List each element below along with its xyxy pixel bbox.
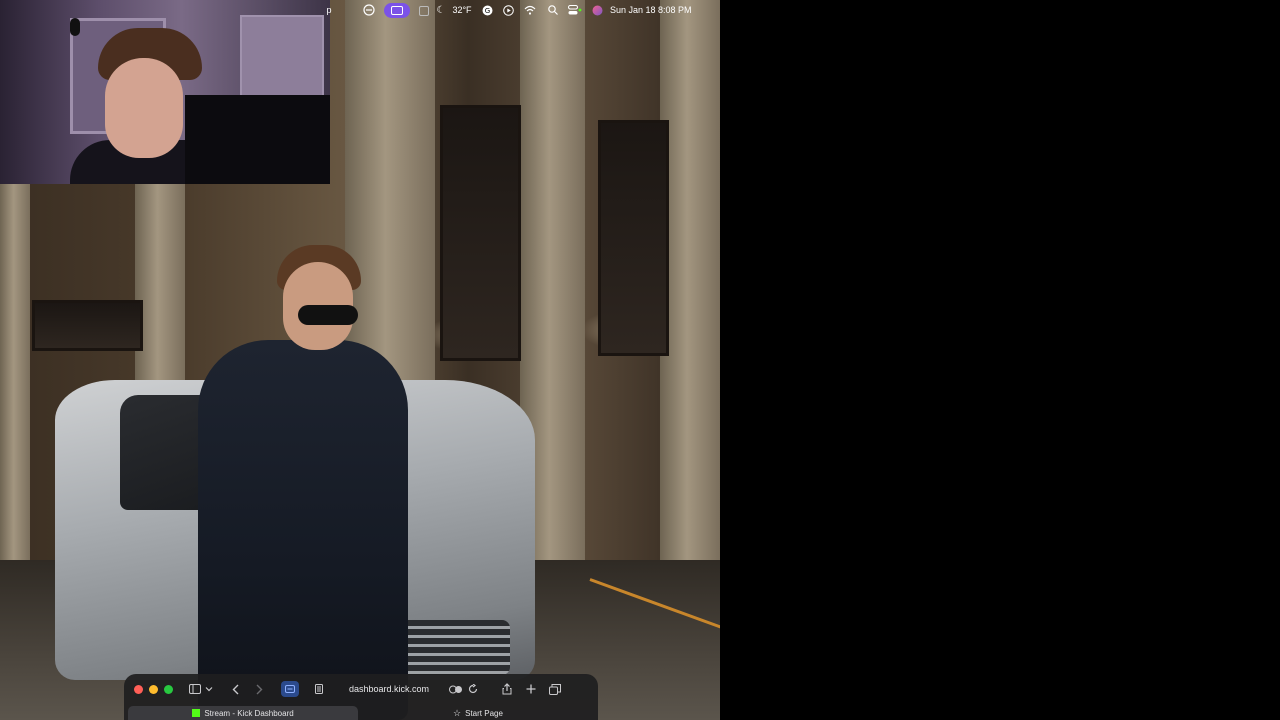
- menu-clock[interactable]: Sun Jan 18 8:08 PM: [608, 0, 706, 20]
- zoom-window-button[interactable]: [164, 684, 173, 694]
- screen-record-icon[interactable]: [358, 0, 380, 20]
- hourglass-icon[interactable]: [338, 0, 358, 20]
- star-icon: ☆: [453, 707, 462, 718]
- translate-icon[interactable]: [447, 681, 465, 697]
- garage-opening: [440, 105, 521, 361]
- grammarly-icon[interactable]: G: [476, 0, 498, 20]
- search-icon[interactable]: [542, 0, 564, 20]
- background-door: [240, 15, 324, 99]
- control-center-icon[interactable]: [564, 0, 586, 20]
- weather-temperature[interactable]: 32°F: [448, 0, 476, 20]
- tab-overview-icon[interactable]: [547, 681, 563, 697]
- play-icon[interactable]: [498, 0, 518, 20]
- share-icon[interactable]: [499, 681, 515, 697]
- page-menu-icon[interactable]: [311, 681, 327, 697]
- safari-window: dashboard.kick.com Stream - Kick Dashboa…: [124, 674, 598, 720]
- wall-lamp: [70, 18, 80, 36]
- tab-kick-dashboard[interactable]: Stream - Kick Dashboard: [128, 706, 358, 720]
- pillar: [660, 0, 720, 560]
- new-tab-icon[interactable]: [523, 681, 539, 697]
- close-window-button[interactable]: [134, 684, 143, 694]
- minimize-window-button[interactable]: [149, 684, 158, 694]
- browser-toolbar: dashboard.kick.com: [124, 674, 598, 704]
- back-button[interactable]: [227, 681, 243, 697]
- webcam-overlay: [0, 0, 330, 184]
- chevron-down-icon[interactable]: [203, 681, 215, 697]
- extension-icon[interactable]: [281, 681, 299, 697]
- wifi-icon[interactable]: [518, 0, 542, 20]
- kick-logo-icon: [192, 709, 201, 717]
- garage-opening: [598, 120, 669, 356]
- streamer-face: [105, 58, 183, 158]
- svg-text:G: G: [484, 7, 489, 15]
- tab-label: Start Page: [465, 708, 503, 718]
- moon-icon[interactable]: ☾: [434, 0, 448, 20]
- microphone: [185, 95, 330, 184]
- sunglasses: [298, 305, 358, 325]
- reload-icon[interactable]: [465, 681, 481, 697]
- screen-record-indicator[interactable]: [380, 0, 414, 20]
- menu-bar: p ☾ 32°F G Sun Jan 18 8:08 PM: [320, 0, 720, 20]
- menu-app-letter[interactable]: p: [320, 0, 338, 20]
- garage-opening: [32, 300, 143, 351]
- siri-icon[interactable]: [586, 0, 608, 20]
- tab-start-page[interactable]: ☆ Start Page: [362, 706, 594, 720]
- sidebar-toggle-icon[interactable]: [187, 681, 203, 697]
- tab-bar: Stream - Kick Dashboard ☆ Start Page: [124, 706, 598, 720]
- clipboard-icon[interactable]: [414, 0, 434, 20]
- address-bar[interactable]: dashboard.kick.com: [349, 684, 429, 694]
- tab-label: Stream - Kick Dashboard: [204, 708, 294, 718]
- forward-button[interactable]: [251, 681, 267, 697]
- person-jacket: [198, 340, 408, 720]
